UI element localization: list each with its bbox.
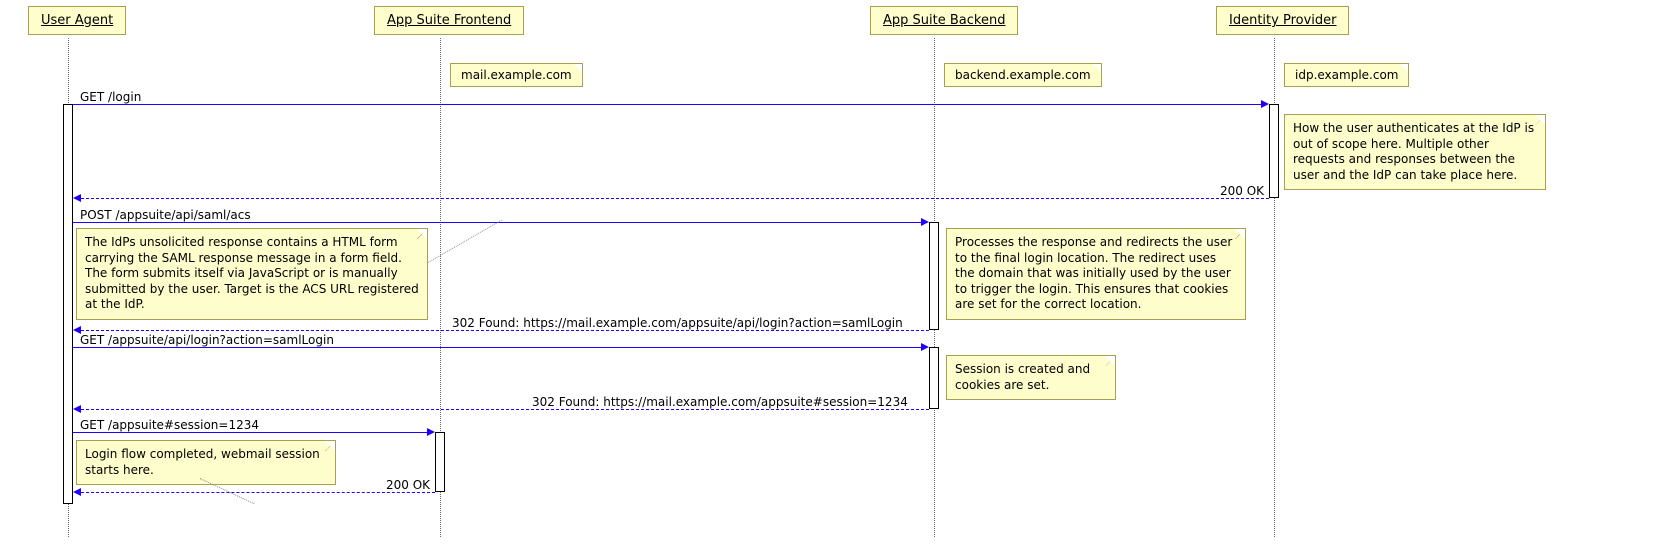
activation-frontend	[435, 432, 445, 492]
caption-backend: backend.example.com	[944, 63, 1102, 87]
msg-frontend-200-label: 200 OK	[384, 478, 432, 492]
note-acs-anchor	[428, 220, 502, 263]
caption-frontend: mail.example.com	[450, 63, 583, 87]
participant-frontend: App Suite Frontend	[374, 6, 524, 35]
activation-backend-2	[929, 347, 939, 409]
participant-user-agent: User Agent	[28, 6, 126, 35]
msg-get-samllogin-label: GET /appsuite/api/login?action=samlLogin	[78, 333, 336, 347]
msg-get-appsuite-label: GET /appsuite#session=1234	[78, 418, 261, 432]
msg-302-session-label: 302 Found: https://mail.example.com/apps…	[530, 395, 910, 409]
participant-backend: App Suite Backend	[870, 6, 1018, 35]
activation-idp	[1269, 104, 1279, 198]
msg-get-login-label: GET /login	[78, 90, 143, 104]
msg-post-acs-label: POST /appsuite/api/saml/acs	[78, 208, 253, 222]
participant-idp: Identity Provider	[1216, 6, 1349, 35]
msg-302-samllogin-label: 302 Found: https://mail.example.com/apps…	[450, 316, 905, 330]
activation-backend-1	[929, 222, 939, 330]
activation-user-agent	[63, 104, 73, 504]
note-idp-auth: How the user authenticates at the IdP is…	[1284, 114, 1546, 190]
note-acs: The IdPs unsolicited response contains a…	[76, 228, 428, 320]
note-backend-session: Session is created and cookies are set.	[946, 355, 1116, 400]
msg-idp-200-label: 200 OK	[1218, 184, 1266, 198]
note-frontend-complete: Login flow completed, webmail session st…	[76, 440, 336, 485]
note-backend-process: Processes the response and redirects the…	[946, 228, 1246, 320]
caption-idp: idp.example.com	[1284, 63, 1409, 87]
